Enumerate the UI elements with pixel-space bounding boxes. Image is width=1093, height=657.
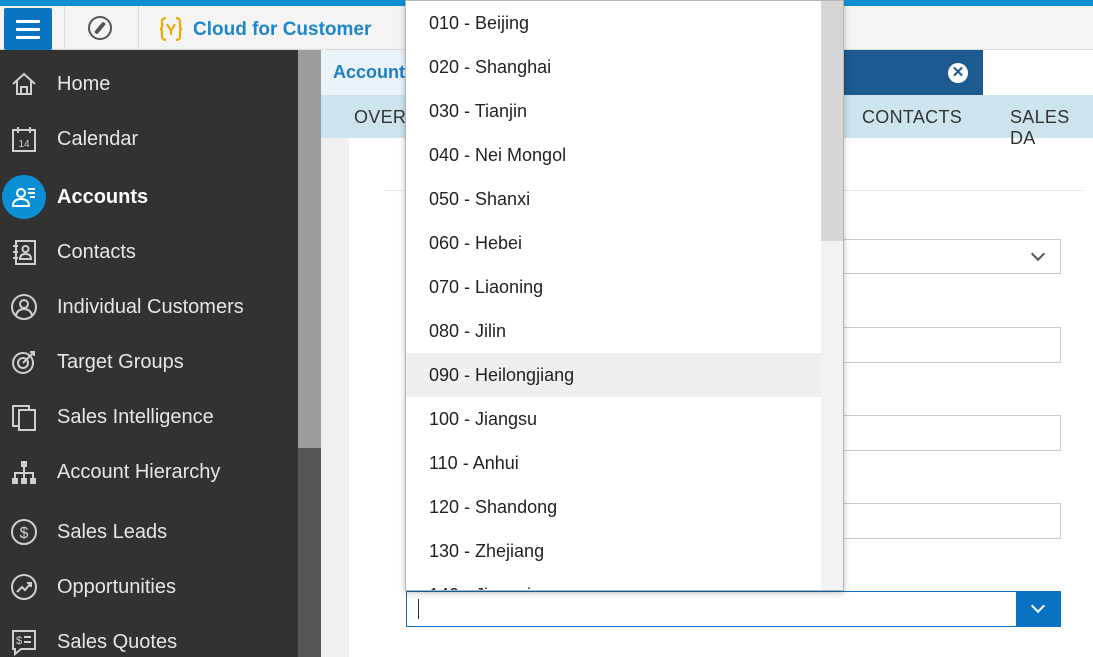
sidebar-item-account-hierarchy[interactable]: Account Hierarchy [0,448,298,496]
list-item[interactable]: 080 - Jilin [406,309,821,353]
sidebar-item-label: Accounts [57,185,149,208]
sidebar-item-label: Sales Quotes [57,630,178,653]
sidebar-item-opportunities[interactable]: Opportunities [0,563,298,611]
chevron-down-icon [1030,598,1046,614]
list-item[interactable]: 010 - Beijing [406,1,821,45]
compass-icon[interactable] [88,16,112,40]
sidebar-item-target-groups[interactable]: Target Groups [0,338,298,386]
list-item[interactable]: 020 - Shanghai [406,45,821,89]
list-item[interactable]: 110 - Anhui [406,441,821,485]
sidebar-item-sales-leads[interactable]: $ Sales Leads [0,508,298,556]
text-field[interactable] [830,327,1061,363]
sidebar-item-label: Individual Customers [57,295,244,318]
calendar-icon: 14 [8,123,40,155]
sidebar-item-label: Opportunities [57,575,176,598]
region-dropdown-button[interactable] [1016,591,1061,627]
logo-icon [160,16,182,42]
region-input[interactable] [406,591,1061,627]
tab-contacts[interactable]: CONTACTS [862,107,962,128]
svg-text:$: $ [16,635,22,647]
tab-account-label: Account [333,62,405,82]
list-item[interactable]: 100 - Jiangsu [406,397,821,441]
dollar-icon: $ [8,516,40,548]
list-item-hovered[interactable]: 090 - Heilongjiang [406,353,821,397]
sidebar-item-label: Sales Leads [57,520,168,543]
copy-icon [8,401,40,433]
tab-overview[interactable]: OVER [354,107,406,128]
chevron-down-icon [1030,246,1046,262]
list-item[interactable]: 070 - Liaoning [406,265,821,309]
person-icon [8,291,40,323]
divider [138,6,139,50]
sidebar-item-label: Sales Intelligence [57,405,214,428]
list-item[interactable]: 130 - Zhejiang [406,529,821,573]
list-item[interactable]: 060 - Hebei [406,221,821,265]
dropdown-scroll-thumb[interactable] [821,1,843,241]
sidebar-item-calendar[interactable]: 14 Calendar [0,115,298,163]
home-icon [8,68,40,100]
sidebar-item-accounts[interactable]: Accounts [0,173,298,221]
list-item[interactable]: 040 - Nei Mongol [406,133,821,177]
sidebar: Home 14 Calendar Accounts Contacts Indiv… [0,50,298,657]
target-icon [8,346,40,378]
select-field[interactable] [830,239,1061,274]
sidebar-scroll-thumb[interactable] [298,50,321,448]
sidebar-item-label: Calendar [57,127,139,150]
tab-sales-data[interactable]: SALES DA [1010,107,1093,149]
svg-text:14: 14 [18,139,30,150]
sidebar-item-label: Account Hierarchy [57,460,221,483]
sidebar-item-label: Target Groups [57,350,184,373]
region-dropdown-list[interactable]: 010 - Beijing 020 - Shanghai 030 - Tianj… [405,0,844,591]
contacts-icon [8,236,40,268]
list-item[interactable]: 050 - Shanxi [406,177,821,221]
accounts-icon [2,175,46,219]
text-cursor [418,599,419,619]
sidebar-item-label: Contacts [57,240,136,263]
opportunities-icon [8,571,40,603]
quote-icon: $ [8,626,40,657]
text-field[interactable] [830,415,1061,451]
hierarchy-icon [8,456,40,488]
svg-text:$: $ [20,525,29,542]
hamburger-icon[interactable] [4,8,52,50]
sidebar-item-sales-intelligence[interactable]: Sales Intelligence [0,393,298,441]
list-item[interactable]: 030 - Tianjin [406,89,821,133]
sidebar-item-label: Home [57,72,111,95]
list-item[interactable]: 140 - Jiangxi [406,573,821,590]
text-field[interactable] [830,503,1061,539]
panel-gutter [321,138,349,657]
list-item[interactable]: 120 - Shandong [406,485,821,529]
sidebar-item-sales-quotes[interactable]: $ Sales Quotes [0,618,298,657]
close-icon[interactable]: ✕ [948,63,968,83]
sidebar-item-individual-customers[interactable]: Individual Customers [0,283,298,331]
divider [64,6,65,50]
sidebar-item-home[interactable]: Home [0,60,298,108]
app-title: Cloud for Customer [193,19,372,40]
sidebar-item-contacts[interactable]: Contacts [0,228,298,276]
